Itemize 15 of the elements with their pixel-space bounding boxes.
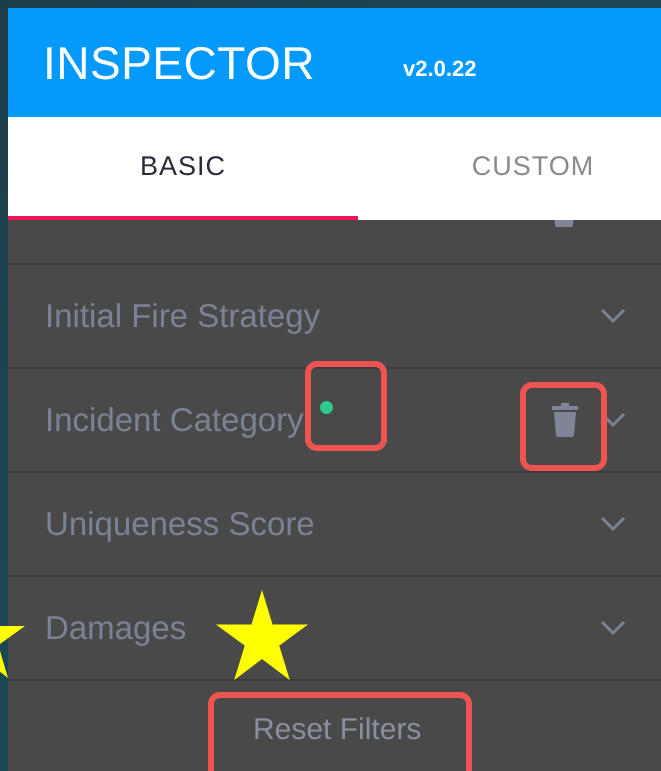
filter-label: Uniqueness Score [45,505,315,543]
filter-label: Initial Fire Strategy [45,297,320,335]
filter-label: Incident Category [45,401,304,439]
filter-row[interactable]: Uniqueness Score [8,473,661,577]
chevron-down-icon[interactable] [600,620,626,636]
star-point-drawing [0,626,25,644]
delete-icon[interactable] [552,403,578,437]
chevron-down-icon[interactable] [600,308,626,324]
filter-row[interactable]: Initial Fire Strategy [8,265,661,369]
filter-row[interactable]: Incident Category [8,369,661,473]
filter-label: Damages [45,609,186,647]
app-title: INSPECTOR [43,36,316,90]
chevron-down-icon[interactable] [600,516,626,532]
reset-filters-button[interactable]: Reset Filters [245,709,430,751]
version-label: v2.0.22 [403,56,476,82]
